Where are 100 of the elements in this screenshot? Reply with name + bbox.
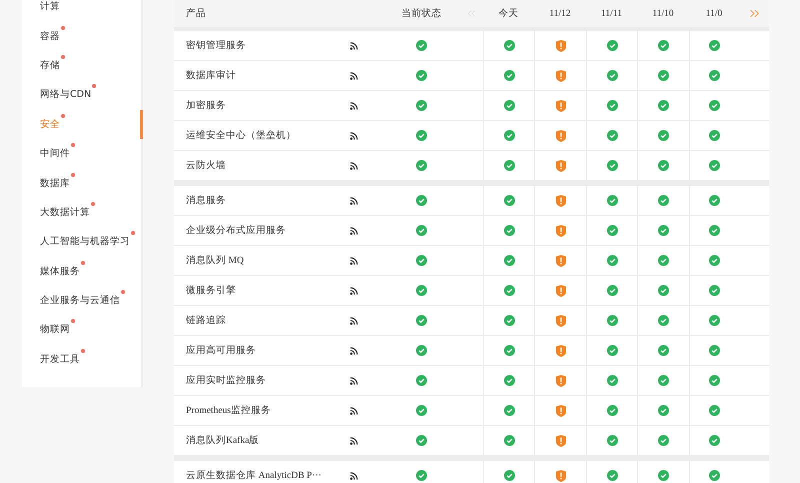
column-header: 11/11 bbox=[600, 8, 623, 18]
check-circle-icon bbox=[606, 40, 618, 51]
check-circle-icon bbox=[658, 225, 669, 236]
column-header: 11/0 bbox=[704, 8, 724, 18]
dot-icon bbox=[131, 231, 135, 236]
warning-shield-icon bbox=[556, 160, 566, 172]
check-circle-icon bbox=[416, 160, 427, 171]
check-circle-icon bbox=[709, 40, 720, 51]
check-circle-icon bbox=[658, 405, 669, 416]
check-circle-icon bbox=[658, 285, 669, 296]
check-circle-icon bbox=[606, 375, 618, 386]
sidebar-item[interactable]: 网络与CDN bbox=[22, 80, 143, 110]
check-circle-icon bbox=[658, 70, 669, 81]
product-name: 链路追踪 bbox=[185, 314, 227, 328]
check-circle-icon bbox=[709, 405, 720, 416]
sidebar-item[interactable]: 中间件 bbox=[22, 138, 143, 168]
product-name: 消息服务 bbox=[185, 194, 227, 208]
check-circle-icon bbox=[416, 315, 427, 326]
column-header: 当前状态 bbox=[400, 7, 442, 20]
check-circle-icon bbox=[504, 40, 514, 51]
product-name: 应用实时监控服务 bbox=[185, 374, 267, 388]
product-name: Prometheus监控服务 bbox=[185, 404, 272, 418]
sidebar-item[interactable]: 存储 bbox=[22, 50, 143, 80]
check-circle-icon bbox=[606, 255, 618, 266]
check-circle-icon bbox=[658, 40, 669, 51]
check-circle-icon bbox=[504, 195, 514, 206]
check-circle-icon bbox=[416, 100, 427, 111]
rss-icon[interactable] bbox=[350, 256, 358, 264]
dot-icon bbox=[81, 348, 85, 353]
warning-shield-icon bbox=[556, 194, 566, 206]
rss-icon[interactable] bbox=[350, 436, 358, 444]
warning-shield-icon bbox=[556, 224, 566, 236]
rss-icon[interactable] bbox=[350, 226, 358, 234]
rss-icon[interactable] bbox=[350, 102, 358, 110]
check-circle-icon bbox=[606, 405, 618, 416]
check-circle-icon bbox=[504, 70, 514, 81]
sidebar-item[interactable]: 容器 bbox=[22, 21, 143, 51]
rss-icon[interactable] bbox=[350, 316, 358, 324]
sidebar-item[interactable]: 人工智能与机器学习 bbox=[22, 227, 143, 257]
sidebar-item[interactable]: 计算 bbox=[22, 0, 143, 22]
warning-shield-icon bbox=[556, 40, 566, 52]
check-circle-icon bbox=[606, 435, 618, 446]
column-header: 产品 bbox=[185, 7, 207, 20]
warning-shield-icon bbox=[556, 284, 566, 296]
check-circle-icon bbox=[709, 285, 720, 296]
product-name: 微服务引擎 bbox=[185, 284, 237, 298]
check-circle-icon bbox=[504, 285, 514, 296]
check-circle-icon bbox=[658, 435, 669, 446]
check-circle-icon bbox=[658, 345, 669, 356]
check-circle-icon bbox=[504, 315, 514, 326]
dot-icon bbox=[91, 202, 95, 206]
check-circle-icon bbox=[709, 160, 720, 171]
rss-icon[interactable] bbox=[350, 406, 358, 414]
dot-icon bbox=[92, 84, 96, 88]
check-circle-icon bbox=[709, 225, 720, 236]
product-name: 数据库审计 bbox=[185, 69, 237, 83]
sidebar-item[interactable]: 媒体服务 bbox=[22, 256, 143, 286]
sidebar-item[interactable]: 数据库 bbox=[22, 168, 143, 198]
rss-icon[interactable] bbox=[350, 286, 358, 294]
dot-icon bbox=[71, 143, 75, 148]
check-circle-icon bbox=[606, 315, 618, 326]
warning-shield-icon bbox=[556, 434, 566, 446]
check-circle-icon bbox=[709, 130, 720, 141]
product-name: 密钥管理服务 bbox=[185, 39, 247, 53]
check-circle-icon bbox=[606, 160, 618, 171]
check-circle-icon bbox=[504, 405, 514, 416]
check-circle-icon bbox=[416, 70, 427, 81]
rss-icon[interactable] bbox=[350, 162, 358, 170]
dot-icon bbox=[71, 319, 75, 324]
sidebar-item[interactable]: 大数据计算 bbox=[22, 198, 143, 228]
sidebar-item[interactable]: 物联网 bbox=[22, 315, 143, 345]
dot-icon bbox=[61, 114, 65, 118]
check-circle-icon bbox=[606, 130, 618, 141]
warning-shield-icon bbox=[556, 314, 566, 326]
rss-icon[interactable] bbox=[350, 196, 358, 204]
check-circle-icon bbox=[504, 160, 514, 171]
check-circle-icon bbox=[709, 435, 720, 446]
product-name: 企业级分布式应用服务 bbox=[185, 224, 287, 238]
rss-icon[interactable] bbox=[350, 132, 358, 140]
check-circle-icon bbox=[709, 315, 720, 326]
check-circle-icon bbox=[504, 130, 514, 141]
rss-icon[interactable] bbox=[350, 72, 358, 80]
check-circle-icon bbox=[709, 195, 720, 206]
rss-icon[interactable] bbox=[350, 42, 358, 50]
dot-icon bbox=[61, 54, 65, 59]
check-circle-icon bbox=[709, 70, 720, 81]
check-circle-icon bbox=[416, 285, 427, 296]
sidebar-item[interactable]: 开发工具 bbox=[22, 344, 143, 374]
rss-icon[interactable] bbox=[350, 376, 358, 384]
check-circle-icon bbox=[658, 100, 669, 111]
rss-icon[interactable] bbox=[350, 346, 358, 354]
rss-icon[interactable] bbox=[350, 472, 358, 480]
sidebar-item[interactable]: 企业服务与云通信 bbox=[22, 286, 143, 316]
warning-shield-icon bbox=[556, 344, 566, 356]
check-circle-icon bbox=[504, 345, 514, 356]
product-name: 云原生数据仓库 AnalyticDB P··· bbox=[185, 469, 322, 483]
check-circle-icon bbox=[416, 130, 427, 141]
warning-shield-icon bbox=[556, 254, 566, 266]
check-circle-icon bbox=[504, 435, 514, 446]
check-circle-icon bbox=[606, 285, 618, 296]
